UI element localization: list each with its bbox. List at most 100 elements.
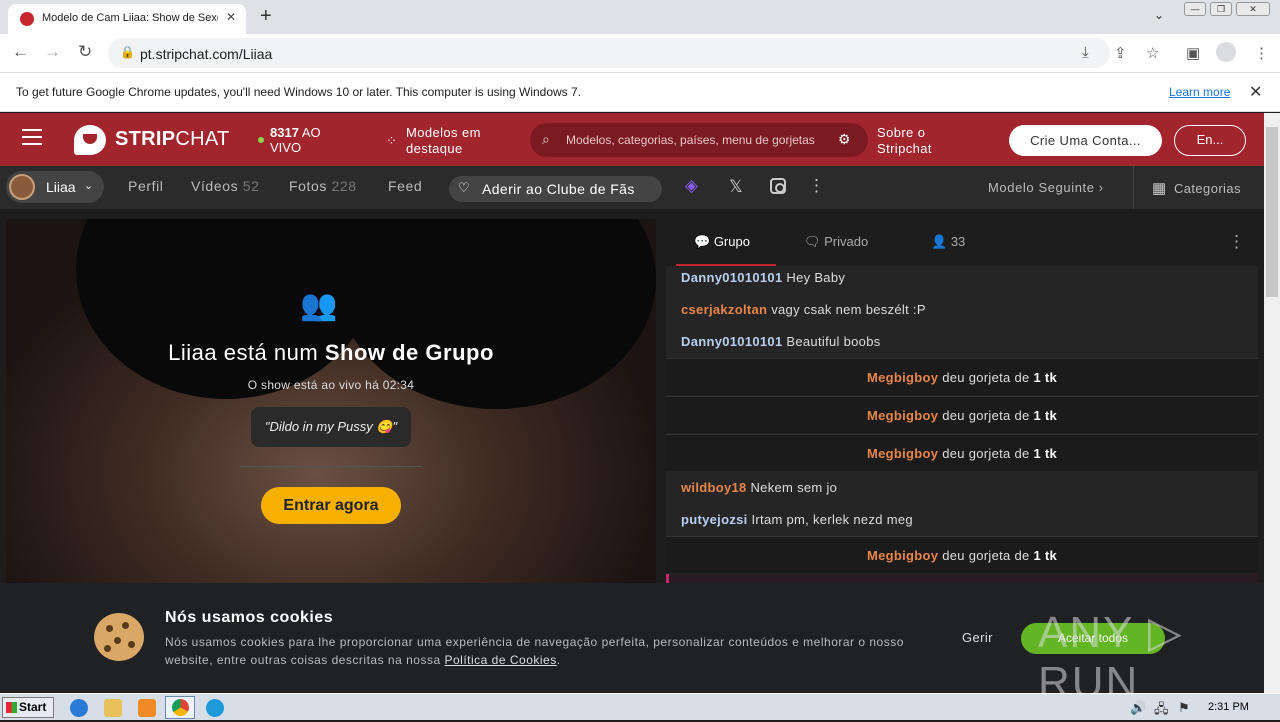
categories-link[interactable]: Categorias [1174,181,1241,196]
tip-amount: 1 tk [1033,370,1058,385]
chat-username[interactable]: putyejozsi [681,512,748,527]
tab-videos[interactable]: Vídeos 52 [191,178,259,194]
cookie-chip [122,622,129,629]
join-fanclub-button[interactable]: ♡ Aderir ao Clube de Fãs [449,176,662,202]
cookie-chip [128,641,135,648]
chrome-icon [172,699,189,716]
profile-avatar-icon[interactable] [1216,42,1236,62]
restore-window-icon[interactable]: ❐ [1210,2,1232,16]
more-options-icon[interactable]: ⋮ [808,176,825,196]
show-type: Show de Grupo [324,340,494,365]
model-selector[interactable]: Liiaa ⌄ [6,171,104,203]
join-now-button[interactable]: Entrar agora [261,487,401,524]
live-models-count[interactable]: 8317 AO VIVO [270,125,350,155]
start-button[interactable]: Start [2,697,54,718]
tipper-name[interactable]: Megbigboy [867,370,938,385]
back-icon[interactable]: ← [12,42,29,62]
featured-models-icon[interactable]: ⁘ [386,133,397,149]
minimize-window-icon[interactable]: — [1184,2,1206,16]
create-account-button[interactable]: Crie Uma Conta... [1009,125,1162,156]
photos-count: 228 [331,178,357,194]
videos-label: Vídeos [191,178,239,194]
private-chat-icon: 🗨 [804,234,821,249]
search-field[interactable]: ⌕ Modelos, categorias, países, menu de g… [530,123,868,157]
filter-sliders-icon[interactable]: ⚙ [838,131,851,148]
network-icon[interactable]: 🖧 [1154,700,1169,722]
url-text[interactable]: pt.stripchat.com/Liiaa [140,46,272,62]
bookmark-star-icon[interactable]: ☆ [1146,44,1159,62]
browser-tab-strip: Modelo de Cam Liiaa: Show de Sexo ✕ + ⌄ … [0,0,1280,34]
chat-username[interactable]: cserjakzoltan [681,302,767,317]
live-dot-icon [258,137,264,143]
forward-icon[interactable]: → [44,42,61,62]
stripchat-logo-icon[interactable] [74,125,106,155]
tab-users[interactable]: 👤 33 [931,234,965,250]
cookie-policy-link[interactable]: Política de Cookies [444,653,556,667]
browser-tab[interactable]: Modelo de Cam Liiaa: Show de Sexo ✕ [8,4,246,34]
media-player-icon[interactable] [138,699,156,717]
next-model-link[interactable]: Modelo Seguinte › [988,180,1104,195]
tipper-name[interactable]: Megbigboy [867,408,938,423]
tip-text: deu gorjeta de [942,548,1030,563]
cookie-chip [104,645,111,652]
share-icon[interactable]: ⇪ [1114,44,1127,62]
tip-text: deu gorjeta de [942,446,1030,461]
chat-text: Beautiful boobs [786,334,881,349]
internet-explorer-icon[interactable] [70,699,88,717]
group-users-icon: 👥 [300,289,338,322]
tab-feed[interactable]: Feed [388,178,422,194]
search-placeholder[interactable]: Modelos, categorias, países, menu de gor… [566,133,828,147]
model-name: Liiaa [46,179,76,195]
photos-label: Fotos [289,178,328,194]
tab-profile[interactable]: Perfil [128,178,164,194]
tab-group-chat[interactable]: 💬 Grupo [694,234,750,250]
cookie-banner: Nós usamos cookies Nós usamos cookies pa… [0,583,1264,707]
install-app-icon[interactable]: ⤓ [1082,44,1089,61]
video-player[interactable] [6,219,656,583]
manage-cookies-button[interactable]: Gerir [962,630,993,645]
login-button[interactable]: En... [1174,125,1246,156]
featured-models-link[interactable]: Modelos em destaque [406,125,506,157]
tipper-name[interactable]: Megbigboy [867,548,938,563]
chat-username[interactable]: Danny01010101 [681,270,782,285]
learn-more-link[interactable]: Learn more [1169,85,1230,99]
site-header: STRIPCHAT 8317 AO VIVO ⁘ Modelos em dest… [0,113,1264,166]
grid-icon[interactable]: ▦ [1152,179,1166,197]
tip-notice: Megbigboy deu gorjeta de 1 tk [666,358,1258,395]
chrome-menu-icon[interactable]: ⋮ [1254,44,1269,62]
chat-username[interactable]: wildboy18 [681,480,747,495]
edge-icon[interactable] [206,699,224,717]
page-scrollbar[interactable] [1264,113,1280,693]
reload-icon[interactable]: ↻ [78,42,92,62]
tipper-name[interactable]: Megbigboy [867,446,938,461]
flag-icon[interactable]: ⚑ [1178,700,1190,716]
chat-text: Nekem sem jo [750,480,838,495]
new-tab-icon[interactable]: + [260,5,272,28]
address-bar[interactable]: 🔒 pt.stripchat.com/Liiaa ⤓ [108,38,1110,68]
tab-search-chevron-icon[interactable]: ⌄ [1154,8,1164,22]
next-model-label: Modelo Seguinte [988,180,1095,195]
chat-username[interactable]: Danny01010101 [681,334,782,349]
about-link[interactable]: Sobre o Stripchat [877,125,967,157]
close-window-icon[interactable]: ✕ [1236,2,1270,16]
file-explorer-icon[interactable] [104,699,122,717]
scrollbar-thumb[interactable] [1266,127,1278,297]
system-clock[interactable]: 2:31 PM [1208,701,1249,713]
chrome-taskbar-button[interactable] [165,696,195,719]
chat-text: vagy csak nem beszélt :P [771,302,926,317]
tab-group-label: Grupo [713,234,750,249]
tab-photos[interactable]: Fotos 228 [289,178,357,194]
twitch-style-icon[interactable]: ◈ [685,176,698,196]
infobar-close-icon[interactable]: ✕ [1249,82,1262,102]
side-panel-icon[interactable]: ▣ [1186,44,1200,62]
volume-icon[interactable]: 🔊 [1130,700,1146,716]
hamburger-menu-icon[interactable] [22,129,42,145]
cookie-description: Nós usamos cookies para lhe proporcionar… [165,635,904,667]
tab-private-chat[interactable]: 🗨 Privado [804,234,868,250]
x-twitter-icon[interactable]: 𝕏 [729,177,743,197]
tab-close-icon[interactable]: ✕ [226,10,236,24]
chat-menu-icon[interactable]: ⋮ [1228,232,1245,252]
site-logo[interactable]: STRIPCHAT [115,128,230,151]
lock-icon[interactable]: 🔒 [120,45,135,59]
instagram-icon[interactable] [770,178,786,194]
